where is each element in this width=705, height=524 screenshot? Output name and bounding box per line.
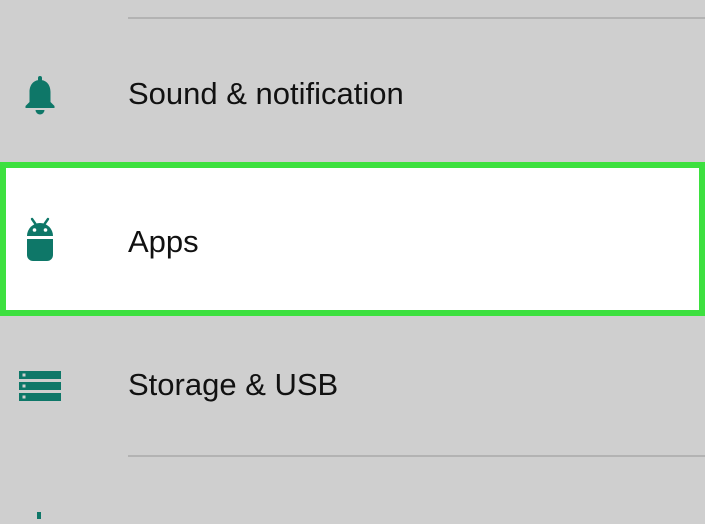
settings-list: Sound & notification Apps Storage & USB	[0, 0, 705, 519]
settings-item-label: Apps	[128, 224, 199, 259]
settings-item-storage-usb[interactable]: Storage & USB	[0, 312, 705, 458]
android-icon	[16, 216, 64, 264]
divider	[128, 455, 705, 457]
settings-item-sound-notification[interactable]: Sound & notification	[0, 21, 705, 167]
divider	[128, 17, 705, 19]
bell-icon	[16, 71, 64, 119]
storage-icon	[16, 362, 64, 410]
settings-item-label: Storage & USB	[128, 367, 339, 402]
partial-icon	[32, 506, 46, 519]
settings-item-apps[interactable]: Apps	[0, 162, 705, 316]
settings-item-label: Sound & notification	[128, 76, 404, 111]
